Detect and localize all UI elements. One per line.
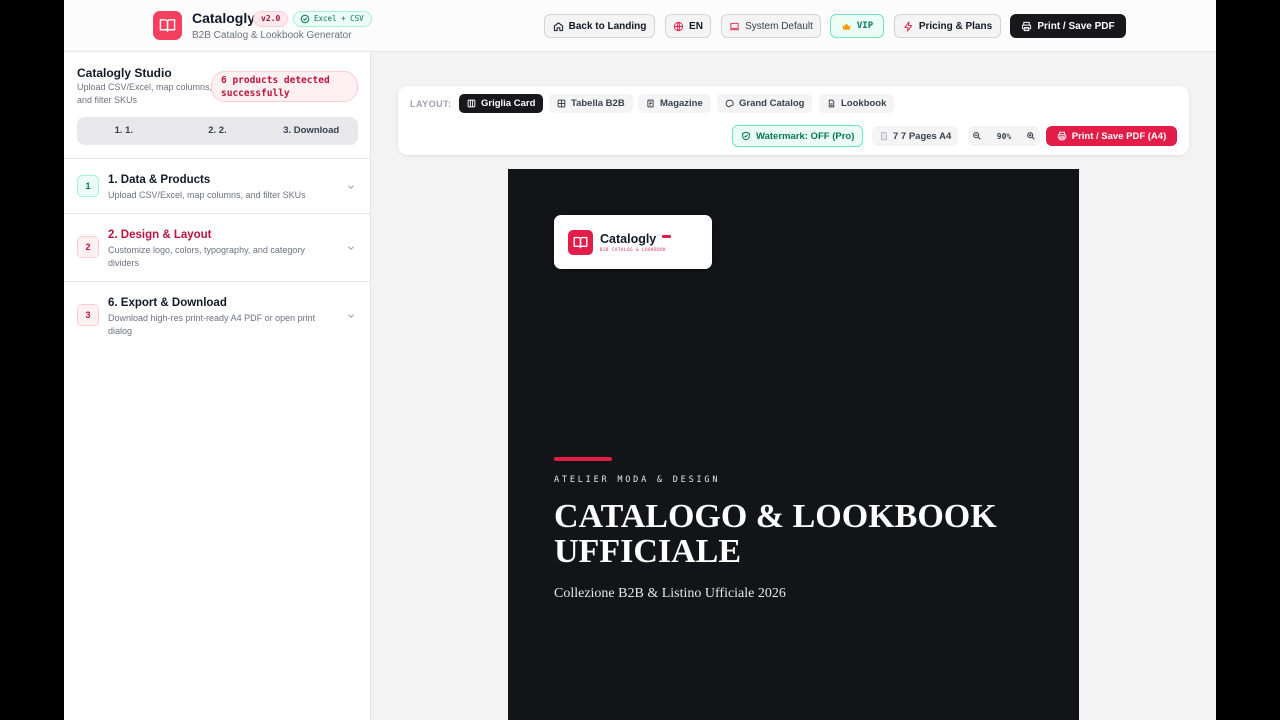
cover-kicker: ATELIER MODA & DESIGN bbox=[554, 475, 721, 485]
cover-title: CATALOGO & LOOKBOOK UFFICIALE bbox=[554, 498, 997, 570]
language-label: EN bbox=[689, 20, 703, 32]
layout-label-text: Griglia Card bbox=[481, 98, 536, 109]
zoom-out-icon[interactable] bbox=[972, 131, 982, 141]
studio-title: Catalogly Studio bbox=[77, 66, 172, 80]
app-window: Catalogly v2.0 Excel + CSV B2B Catalog &… bbox=[64, 0, 1216, 720]
preview-toolbar: LAYOUT: Griglia Card Tabella B2B Magazin… bbox=[398, 86, 1189, 155]
watermark-label: Watermark: OFF (Pro) bbox=[756, 130, 855, 142]
step-indicator: 1. 1. 2. 2. 3. Download bbox=[77, 117, 358, 145]
section-description: Customize logo, colors, typography, and … bbox=[108, 245, 305, 268]
layout-tabella-b2b-button[interactable]: Tabella B2B bbox=[549, 94, 633, 113]
section-description: Download high-res print-ready A4 PDF or … bbox=[108, 313, 316, 336]
book-icon bbox=[568, 230, 593, 255]
layout-label: LAYOUT: bbox=[410, 99, 452, 109]
layout-label-text: Grand Catalog bbox=[739, 98, 805, 109]
app-logo-icon[interactable] bbox=[153, 11, 182, 40]
crown-icon bbox=[842, 22, 851, 30]
step-2[interactable]: 2. 2. bbox=[171, 117, 265, 145]
back-to-landing-label: Back to Landing bbox=[568, 20, 647, 32]
watermark-toggle[interactable]: Watermark: OFF (Pro) bbox=[732, 125, 864, 147]
step-3[interactable]: 3. Download bbox=[264, 117, 358, 145]
file-icon bbox=[828, 99, 835, 108]
step-1[interactable]: 1. 1. bbox=[77, 117, 171, 145]
theme-button[interactable]: System Default bbox=[721, 14, 821, 38]
language-button[interactable]: EN bbox=[665, 14, 711, 38]
layout-label-text: Tabella B2B bbox=[571, 98, 625, 109]
section-design-layout[interactable]: 2 2. Design & Layout Customize logo, col… bbox=[64, 214, 370, 282]
layout-label-text: Lookbook bbox=[841, 98, 887, 109]
table-icon bbox=[557, 99, 566, 108]
back-to-landing-button[interactable]: Back to Landing bbox=[544, 14, 655, 38]
format-badge: Excel + CSV bbox=[293, 11, 372, 27]
version-badge: v2.0 bbox=[253, 11, 289, 27]
home-icon bbox=[553, 21, 563, 31]
vip-label: VIP bbox=[856, 21, 874, 31]
section-number: 1 bbox=[77, 175, 99, 197]
layout-grand-catalog-button[interactable]: Grand Catalog bbox=[717, 94, 813, 113]
app-name: Catalogly bbox=[192, 10, 256, 26]
printer-icon bbox=[1057, 131, 1066, 141]
laptop-icon bbox=[730, 22, 740, 30]
section-data-products[interactable]: 1 1. Data & Products Upload CSV/Excel, m… bbox=[64, 159, 370, 214]
sidebar: Catalogly Studio Upload CSV/Excel, map c… bbox=[64, 52, 371, 720]
layout-magazine-button[interactable]: Magazine bbox=[638, 94, 711, 113]
page-count: 7 7 Pages A4 bbox=[872, 126, 959, 146]
printer-icon bbox=[1022, 21, 1032, 31]
layout-lookbook-button[interactable]: Lookbook bbox=[819, 94, 895, 113]
layout-griglia-card-button[interactable]: Griglia Card bbox=[459, 94, 544, 113]
print-save-pdf-a4-button[interactable]: Print / Save PDF (A4) bbox=[1046, 126, 1177, 146]
chevron-down-icon bbox=[348, 185, 354, 189]
pricing-plans-button[interactable]: Pricing & Plans bbox=[894, 14, 1001, 38]
accent-bar bbox=[554, 457, 612, 461]
section-number: 2 bbox=[77, 236, 99, 258]
shield-check-icon bbox=[742, 131, 750, 141]
section-description: Upload CSV/Excel, map columns, and filte… bbox=[108, 190, 306, 200]
catalog-page-preview: Catalogly B2B CATALOG & LOOKBOOK ATELIER… bbox=[508, 169, 1079, 720]
document-icon bbox=[881, 131, 887, 141]
app-tagline: B2B Catalog & Lookbook Generator bbox=[192, 30, 352, 41]
products-detected-badge: 6 products detected successfully bbox=[211, 71, 358, 102]
section-export-download[interactable]: 3 6. Export & Download Download high-res… bbox=[64, 282, 370, 350]
grid-icon bbox=[467, 99, 476, 108]
print-a4-label: Print / Save PDF (A4) bbox=[1071, 130, 1167, 142]
section-title: 6. Export & Download bbox=[108, 297, 227, 309]
zoom-in-icon[interactable] bbox=[1026, 131, 1036, 141]
section-title: 2. Design & Layout bbox=[108, 229, 212, 241]
format-badge-label: Excel + CSV bbox=[314, 14, 364, 23]
check-circle-icon bbox=[300, 14, 310, 24]
print-save-pdf-label: Print / Save PDF bbox=[1037, 20, 1115, 32]
cover-subtitle: Collezione B2B & Listino Ufficiale 2026 bbox=[554, 586, 786, 601]
section-number: 3 bbox=[77, 304, 99, 326]
catalog-logo-card: Catalogly B2B CATALOG & LOOKBOOK bbox=[554, 215, 712, 269]
studio-subtitle: Upload CSV/Excel, map columns, and filte… bbox=[77, 82, 213, 105]
zoom-control: 90% bbox=[968, 126, 1040, 146]
layout-label-text: Magazine bbox=[660, 98, 703, 109]
page-count-label: 7 7 Pages A4 bbox=[893, 130, 952, 142]
logo-subtitle: B2B CATALOG & LOOKBOOK bbox=[600, 247, 667, 252]
print-save-pdf-button[interactable]: Print / Save PDF bbox=[1010, 14, 1126, 38]
palette-icon bbox=[725, 99, 734, 108]
logo-name: Catalogly bbox=[600, 232, 657, 246]
vip-button[interactable]: VIP bbox=[830, 14, 884, 38]
theme-label: System Default bbox=[745, 20, 813, 32]
globe-icon bbox=[673, 21, 684, 31]
section-title: 1. Data & Products bbox=[108, 174, 211, 186]
lightning-icon bbox=[904, 20, 912, 32]
chevron-down-icon bbox=[348, 314, 354, 318]
pricing-plans-label: Pricing & Plans bbox=[918, 20, 993, 32]
top-bar: Catalogly v2.0 Excel + CSV B2B Catalog &… bbox=[64, 0, 1216, 52]
logo-tag bbox=[662, 235, 671, 238]
zoom-value: 90% bbox=[996, 131, 1012, 141]
chevron-down-icon bbox=[348, 246, 354, 250]
newspaper-icon bbox=[647, 99, 654, 108]
